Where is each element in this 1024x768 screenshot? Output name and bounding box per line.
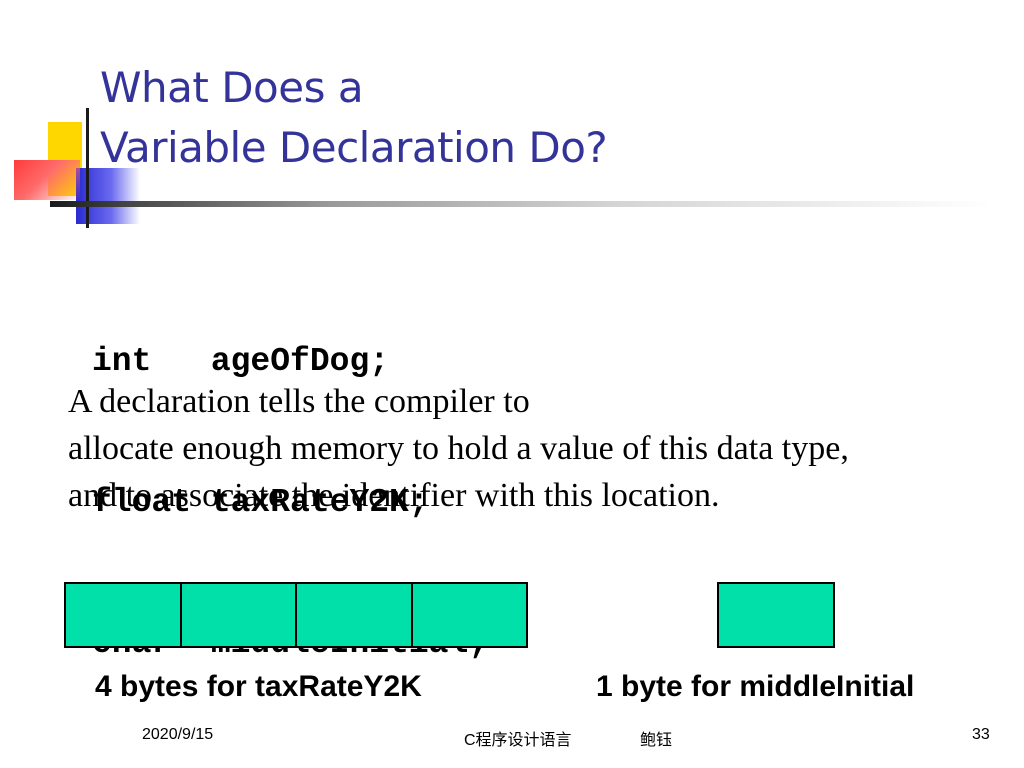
footer-author: 鲍钰 xyxy=(640,732,673,749)
float-byte-cell xyxy=(181,584,297,646)
description-line-1: A declaration tells the compiler to xyxy=(68,383,530,420)
title-line-1: What Does a xyxy=(100,63,364,112)
footer-page-number: 33 xyxy=(972,726,990,743)
description-text: A declaration tells the compiler to allo… xyxy=(68,378,998,519)
footer-date: 2020/9/15 xyxy=(142,726,214,743)
decor-red-square xyxy=(14,160,80,200)
footer-course: C程序设计语言 xyxy=(464,732,572,749)
description-line-2: allocate enough memory to hold a value o… xyxy=(68,430,849,467)
slide-title: What Does a Variable Declaration Do? xyxy=(100,58,608,178)
title-line-2: Variable Declaration Do? xyxy=(100,123,608,172)
title-underline xyxy=(50,201,990,207)
float-byte-cell xyxy=(297,584,413,646)
float-memory-label: 4 bytes for taxRateY2K xyxy=(95,670,422,703)
char-memory-block xyxy=(717,582,835,648)
float-byte-cell xyxy=(66,584,182,646)
float-byte-cell xyxy=(412,584,526,646)
float-memory-block xyxy=(64,582,528,648)
description-line-3: and to associate the identifier with thi… xyxy=(68,477,720,514)
char-memory-label: 1 byte for middleInitial xyxy=(596,670,915,703)
char-byte-cell xyxy=(719,584,833,646)
decor-vertical-line xyxy=(86,108,89,228)
